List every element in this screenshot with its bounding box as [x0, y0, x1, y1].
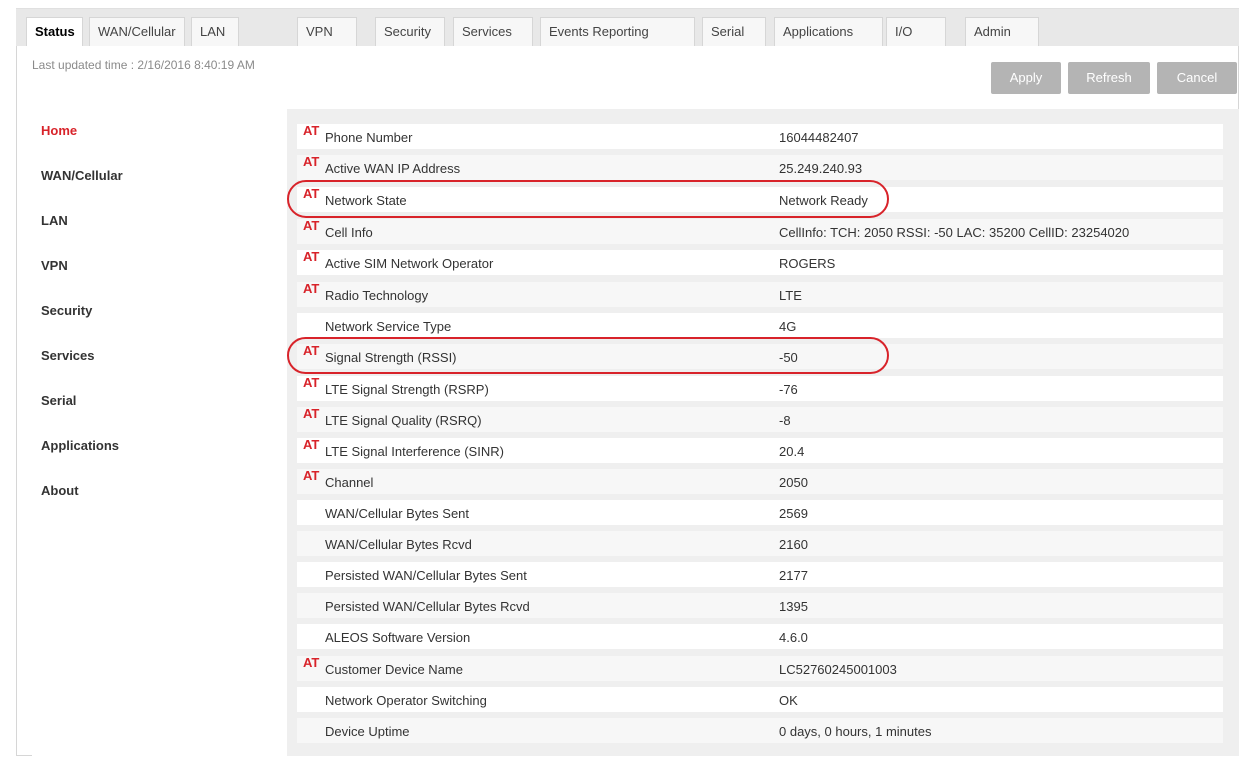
sidebar-item-lan[interactable]: LAN [32, 199, 287, 243]
row-label: WAN/Cellular Bytes Sent [325, 506, 470, 521]
row-label: LTE Signal Quality (RSRQ) [325, 413, 482, 428]
row-value: 1395 [779, 599, 808, 614]
row-label: LTE Signal Strength (RSRP) [325, 382, 489, 397]
tab-events-reporting[interactable]: Events Reporting [540, 17, 695, 47]
at-command-marker: AT [303, 468, 320, 483]
row-label: Persisted WAN/Cellular Bytes Sent [325, 568, 527, 583]
status-table: AT Phone Number 16044482407 AT Active WA… [287, 109, 1239, 756]
sidebar-item-home[interactable]: Home [32, 109, 287, 153]
row-label: Active WAN IP Address [325, 161, 461, 176]
sidebar-item-services[interactable]: Services [32, 334, 287, 378]
at-command-marker: AT [303, 655, 320, 670]
tab-io[interactable]: I/O [886, 17, 946, 47]
row-value: 2160 [779, 537, 808, 552]
row-value: -76 [779, 382, 798, 397]
row-value: CellInfo: TCH: 2050 RSSI: -50 LAC: 35200… [779, 225, 1130, 240]
tab-lan[interactable]: LAN [191, 17, 239, 47]
table-row: AT Active SIM Network Operator ROGERS [297, 249, 1223, 275]
row-label: Active SIM Network Operator [325, 256, 494, 271]
apply-button[interactable]: Apply [991, 62, 1061, 94]
sidebar-item-wan-cellular[interactable]: WAN/Cellular [32, 154, 287, 198]
row-value: 2569 [779, 506, 808, 521]
highlight-circle-network-state [287, 180, 889, 218]
table-row: AT Active WAN IP Address 25.249.240.93 [297, 154, 1223, 180]
tab-wan-cellular[interactable]: WAN/Cellular [89, 17, 185, 47]
row-label: Persisted WAN/Cellular Bytes Rcvd [325, 599, 530, 614]
at-command-marker: AT [303, 406, 320, 421]
row-label: Radio Technology [325, 288, 429, 303]
row-value: 0 days, 0 hours, 1 minutes [779, 724, 932, 739]
table-row: Persisted WAN/Cellular Bytes Rcvd 1395 [297, 593, 1223, 618]
row-value: ROGERS [779, 256, 836, 271]
row-label: Network Service Type [325, 319, 452, 334]
row-value: OK [779, 693, 798, 708]
row-label: Device Uptime [325, 724, 410, 739]
sidebar-item-serial[interactable]: Serial [32, 379, 287, 423]
row-label: Cell Info [325, 225, 373, 240]
row-label: ALEOS Software Version [325, 630, 471, 645]
table-row: AT Customer Device Name LC52760245001003 [297, 655, 1223, 681]
sidebar: Home WAN/Cellular LAN VPN Security Servi… [32, 109, 287, 756]
row-label: WAN/Cellular Bytes Rcvd [325, 537, 472, 552]
sidebar-item-vpn[interactable]: VPN [32, 244, 287, 288]
row-value: 4.6.0 [779, 630, 808, 645]
tab-vpn[interactable]: VPN [297, 17, 357, 47]
at-command-marker: AT [303, 249, 320, 264]
cancel-button[interactable]: Cancel [1157, 62, 1237, 94]
sidebar-item-about[interactable]: About [32, 469, 287, 513]
row-value: 16044482407 [779, 130, 859, 145]
tab-serial[interactable]: Serial [702, 17, 766, 47]
row-value: 20.4 [779, 444, 805, 459]
table-row: Network Operator Switching OK [297, 687, 1223, 712]
row-value: 4G [779, 319, 797, 334]
row-label: LTE Signal Interference (SINR) [325, 444, 504, 459]
row-value: -8 [779, 413, 791, 428]
at-command-marker: AT [303, 375, 320, 390]
at-command-marker: AT [303, 123, 320, 138]
highlight-circle-signal-strength [287, 337, 889, 374]
at-command-marker: AT [303, 154, 320, 169]
tab-status[interactable]: Status [26, 17, 83, 48]
row-label: Network Operator Switching [325, 693, 487, 708]
at-command-marker: AT [303, 437, 320, 452]
table-row: AT Phone Number 16044482407 [297, 123, 1223, 149]
row-value: 25.249.240.93 [779, 161, 863, 176]
row-value: LC52760245001003 [779, 662, 897, 677]
row-value: 2177 [779, 568, 808, 583]
main-tab-bar: Status WAN/Cellular LAN VPN Security Ser… [16, 8, 1239, 48]
sidebar-item-security[interactable]: Security [32, 289, 287, 333]
tab-applications[interactable]: Applications [774, 17, 883, 47]
table-row: Network Service Type 4G [297, 313, 1223, 338]
table-row: AT LTE Signal Strength (RSRP) -76 [297, 375, 1223, 401]
row-value: 2050 [779, 475, 808, 490]
table-row: Device Uptime 0 days, 0 hours, 1 minutes [297, 718, 1223, 743]
row-label: Phone Number [325, 130, 413, 145]
tab-security[interactable]: Security [375, 17, 445, 47]
row-value: LTE [779, 288, 802, 303]
table-row: AT LTE Signal Interference (SINR) 20.4 [297, 437, 1223, 463]
tab-services[interactable]: Services [453, 17, 533, 47]
table-row: WAN/Cellular Bytes Sent 2569 [297, 500, 1223, 525]
table-row: AT LTE Signal Quality (RSRQ) -8 [297, 406, 1223, 432]
at-command-marker: AT [303, 218, 320, 233]
table-row: AT Radio Technology LTE [297, 281, 1223, 307]
row-label: Channel [325, 475, 374, 490]
table-row: AT Channel 2050 [297, 468, 1223, 494]
table-row: Persisted WAN/Cellular Bytes Sent 2177 [297, 562, 1223, 587]
table-row: WAN/Cellular Bytes Rcvd 2160 [297, 531, 1223, 556]
tab-admin[interactable]: Admin [965, 17, 1039, 47]
table-row: ALEOS Software Version 4.6.0 [297, 624, 1223, 649]
sidebar-item-applications[interactable]: Applications [32, 424, 287, 468]
table-row: AT Cell Info CellInfo: TCH: 2050 RSSI: -… [297, 218, 1223, 244]
last-updated-text: Last updated time : 2/16/2016 8:40:19 AM [32, 58, 255, 72]
at-command-marker: AT [303, 281, 320, 296]
row-label: Customer Device Name [325, 662, 463, 677]
refresh-button[interactable]: Refresh [1068, 62, 1150, 94]
